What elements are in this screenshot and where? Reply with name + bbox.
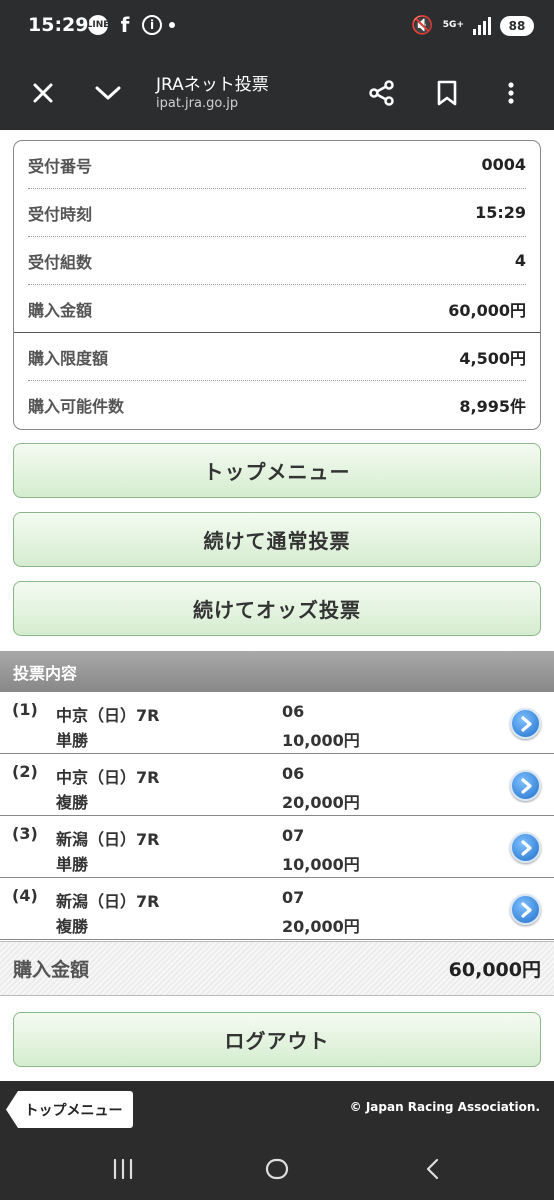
bet-type: 単勝 <box>56 731 89 750</box>
chevron-down-icon[interactable] <box>91 76 125 110</box>
bet-row[interactable]: (3) 新潟（日）7R 単勝 07 10,000円 <box>0 816 554 878</box>
line-app-icon: LINE <box>87 15 109 35</box>
page-url: ipat.jra.go.jp <box>156 96 239 111</box>
back-to-top-menu-button[interactable]: トップメニュー <box>6 1091 133 1128</box>
receipt-row: 受付番号 0004 <box>28 141 526 189</box>
copyright-text: © Japan Racing Association. <box>349 1100 540 1114</box>
bets-section-heading: 投票内容 <box>0 651 554 692</box>
receipt-row: 購入限度額 4,500円 <box>28 333 526 381</box>
bet-type: 複勝 <box>56 793 89 812</box>
continue-normal-vote-button[interactable]: 続けて通常投票 <box>13 512 541 567</box>
receipt-label: 受付時刻 <box>28 204 93 224</box>
bet-row[interactable]: (2) 中京（日）7R 複勝 06 20,000円 <box>0 754 554 816</box>
recent-apps-icon[interactable] <box>108 1154 138 1184</box>
receipt-label: 購入可能件数 <box>28 397 125 416</box>
back-icon[interactable] <box>418 1154 448 1184</box>
receipt-value: 4 <box>514 251 526 270</box>
page-title: JRAネット投票 <box>156 75 269 95</box>
receipt-row: 購入金額 60,000円 <box>14 285 540 333</box>
chevron-right-icon[interactable] <box>510 832 541 863</box>
bets-list: (1) 中京（日）7R 単勝 06 10,000円 (2) 中京（日）7R 複勝… <box>0 692 554 940</box>
status-bar: 15:29 LINE f i 🔇 5G+ 88 <box>0 0 554 56</box>
share-icon[interactable] <box>365 76 399 110</box>
bet-race: 新潟（日）7R <box>56 830 160 849</box>
bet-horse: 06 <box>282 702 305 721</box>
mute-icon: 🔇 <box>411 15 434 36</box>
receipt-label: 受付番号 <box>28 156 93 176</box>
home-icon[interactable] <box>262 1154 292 1184</box>
bet-number: (1) <box>12 700 38 719</box>
receipt-row: 購入可能件数 8,995件 <box>28 381 526 429</box>
more-notifications-dot-icon <box>169 22 175 28</box>
total-amount-bar: 購入金額 60,000円 <box>0 941 554 996</box>
battery-icon: 88 <box>500 15 534 36</box>
receipt-row: 受付時刻 15:29 <box>28 189 526 237</box>
logout-button[interactable]: ログアウト <box>13 1012 541 1067</box>
browser-toolbar: JRAネット投票 ipat.jra.go.jp <box>0 56 554 130</box>
bet-row[interactable]: (4) 新潟（日）7R 複勝 07 20,000円 <box>0 878 554 940</box>
system-icons: 🔇 5G+ 88 <box>411 15 534 36</box>
bet-race: 新潟（日）7R <box>56 892 160 911</box>
bet-row[interactable]: (1) 中京（日）7R 単勝 06 10,000円 <box>0 692 554 754</box>
bet-type: 単勝 <box>56 855 89 874</box>
receipt-row: 受付組数 4 <box>28 237 526 285</box>
facebook-icon: f <box>120 13 130 37</box>
bet-number: (4) <box>12 886 38 905</box>
total-value: 60,000円 <box>448 959 541 981</box>
more-options-icon[interactable] <box>494 76 528 110</box>
bet-number: (3) <box>12 824 38 843</box>
chevron-right-icon[interactable] <box>510 708 541 739</box>
system-nav-bar <box>0 1136 554 1200</box>
bet-amount: 10,000円 <box>282 855 360 874</box>
total-label: 購入金額 <box>13 959 90 981</box>
bet-race: 中京（日）7R <box>56 768 160 787</box>
bet-amount: 20,000円 <box>282 917 360 936</box>
receipt-label: 受付組数 <box>28 252 93 272</box>
close-icon[interactable] <box>26 76 60 110</box>
bet-horse: 07 <box>282 826 305 845</box>
network-type: 5G+ <box>442 20 464 30</box>
receipt-value: 15:29 <box>475 203 526 222</box>
chevron-right-icon[interactable] <box>510 894 541 925</box>
receipt-label: 購入金額 <box>28 300 93 320</box>
receipt-value: 8,995件 <box>459 397 526 416</box>
notification-icons: LINE f i <box>87 13 175 37</box>
bookmark-icon[interactable] <box>430 76 464 110</box>
bet-type: 複勝 <box>56 917 89 936</box>
chevron-right-icon[interactable] <box>510 770 541 801</box>
bet-amount: 10,000円 <box>282 731 360 750</box>
status-time: 15:29 <box>28 14 89 36</box>
receipt-value: 0004 <box>481 155 526 174</box>
receipt-label: 購入限度額 <box>28 348 109 368</box>
continue-odds-vote-button[interactable]: 続けてオッズ投票 <box>13 581 541 636</box>
receipt-panel: 受付番号 0004 受付時刻 15:29 受付組数 4 購入金額 60,000円… <box>13 140 541 430</box>
receipt-value: 4,500円 <box>459 348 526 368</box>
page-footer: トップメニュー © Japan Racing Association. <box>0 1081 554 1136</box>
bet-horse: 06 <box>282 764 305 783</box>
bet-horse: 07 <box>282 888 305 907</box>
receipt-value: 60,000円 <box>448 300 526 320</box>
bet-race: 中京（日）7R <box>56 706 160 725</box>
top-menu-button[interactable]: トップメニュー <box>13 443 541 498</box>
info-icon: i <box>142 15 162 35</box>
signal-icon <box>473 16 491 35</box>
bet-number: (2) <box>12 762 38 781</box>
bet-amount: 20,000円 <box>282 793 360 812</box>
